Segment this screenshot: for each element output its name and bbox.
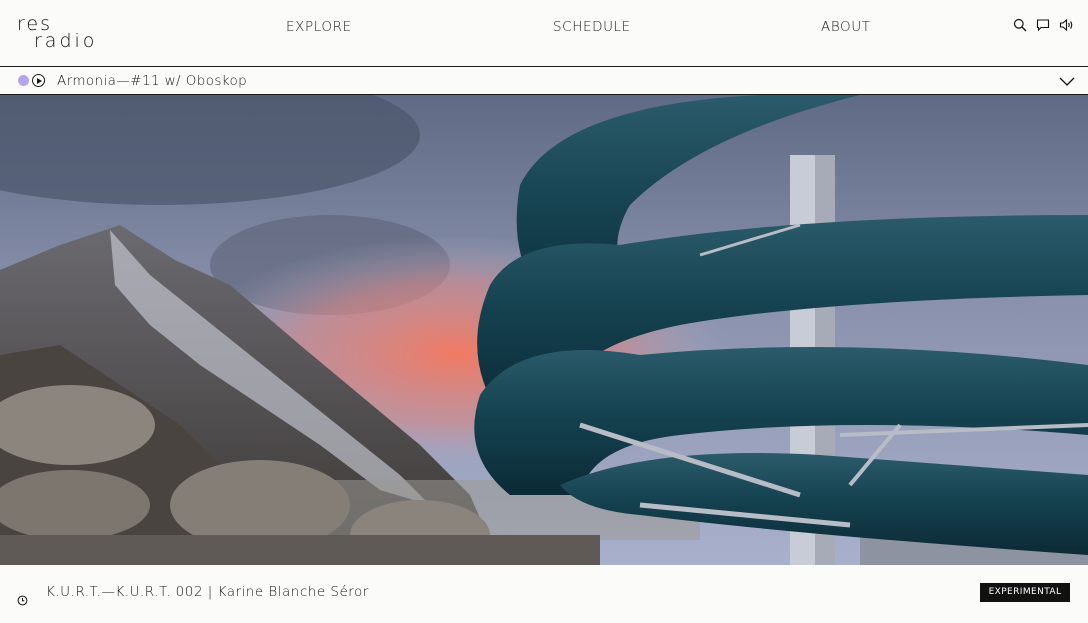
hero-image[interactable] — [0, 95, 1088, 565]
chat-icon[interactable] — [1036, 17, 1051, 32]
feature-bar: K.U.R.T.—K.U.R.T. 002 | Karine Blanche S… — [0, 565, 1088, 623]
logo[interactable]: res radio — [17, 15, 121, 51]
nav-schedule[interactable]: SCHEDULE — [553, 19, 631, 35]
now-playing-title[interactable]: Armonia—#11 w/ Oboskop — [57, 73, 247, 89]
feature-show-title[interactable]: K.U.R.T.—K.U.R.T. 002 | Karine Blanche S… — [46, 584, 369, 600]
live-indicator — [18, 75, 29, 86]
volume-icon[interactable] — [1059, 17, 1074, 32]
logo-line-2: radio — [34, 30, 98, 52]
genre-tag[interactable]: EXPERIMENTAL — [980, 583, 1070, 602]
search-icon[interactable] — [1013, 17, 1028, 32]
play-button[interactable] — [32, 74, 45, 87]
hero-photo — [0, 95, 1088, 565]
header-actions — [1013, 17, 1074, 33]
chevron-down-icon[interactable] — [1058, 73, 1076, 87]
now-playing-bar: Armonia—#11 w/ Oboskop — [0, 67, 1088, 95]
nav-about[interactable]: ABOUT — [821, 19, 871, 35]
clock-icon — [17, 591, 28, 606]
site-header: res radio EXPLORE SCHEDULE ABOUT — [0, 0, 1088, 67]
nav-explore[interactable]: EXPLORE — [286, 19, 352, 35]
